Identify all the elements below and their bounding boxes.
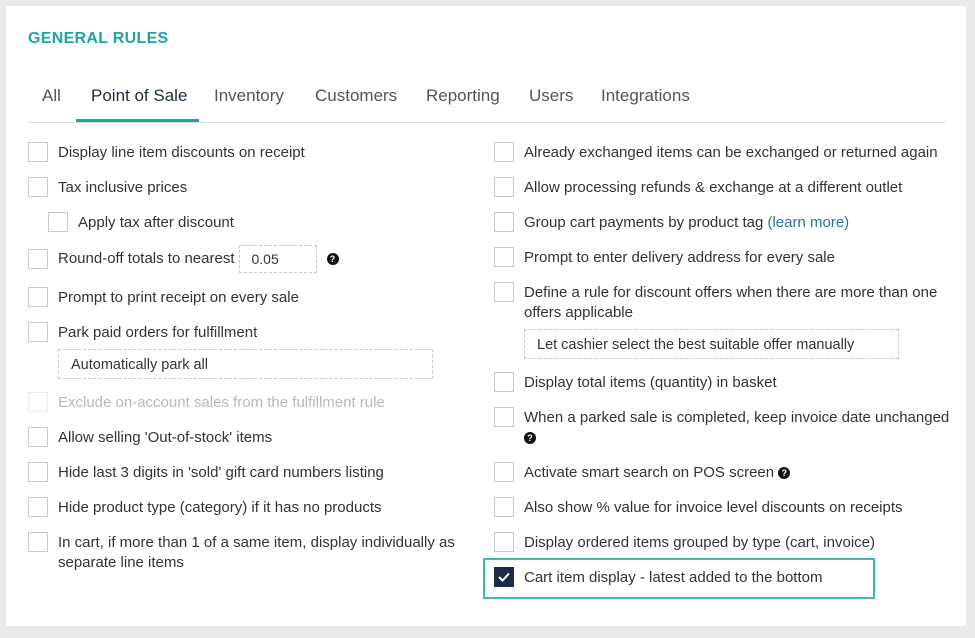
cart-item-display-checkbox[interactable] [494, 567, 514, 587]
exclude-on-account-checkbox [28, 392, 48, 412]
offer-option-select[interactable]: Let cashier select the best suitable off… [524, 329, 899, 359]
tab-reporting[interactable]: Reporting [426, 86, 500, 120]
cart-item-display-label: Cart item display - latest added to the … [524, 569, 823, 586]
define-discount-label: Define a rule for discount offers when t… [524, 283, 937, 323]
active-tab-indicator [76, 119, 199, 122]
tab-bar: All Point of Sale Inventory Customers Re… [28, 84, 946, 123]
display-total-label: Display total items (quantity) in basket [524, 374, 777, 391]
parked-sale-text: When a parked sale is completed, keep in… [524, 409, 950, 426]
tax-inclusive-checkbox[interactable] [28, 177, 48, 197]
hide-digits-checkbox[interactable] [28, 462, 48, 482]
show-percent-label: Also show % value for invoice level disc… [524, 499, 903, 516]
rule-hide-digits: Hide last 3 digits in 'sold' gift card n… [28, 462, 384, 483]
rule-tax-inclusive: Tax inclusive prices [28, 177, 188, 198]
display-total-checkbox[interactable] [494, 372, 514, 392]
rule-define-discount: Define a rule for discount offers when t… [494, 282, 937, 323]
in-cart-individual-label: In cart, if more than 1 of a same item, … [58, 533, 455, 573]
rule-show-percent: Also show % value for invoice level disc… [494, 497, 903, 518]
park-paid-label: Park paid orders for fulfillment [58, 324, 258, 341]
prompt-print-label: Prompt to print receipt on every sale [58, 289, 299, 306]
exclude-on-account-label: Exclude on-account sales from the fulfil… [58, 394, 385, 411]
rule-round-off: Round-off totals to nearest ? [28, 245, 339, 273]
in-cart-individual-checkbox[interactable] [28, 532, 48, 552]
display-ordered-checkbox[interactable] [494, 532, 514, 552]
smart-search-text: Activate smart search on POS screen [524, 464, 775, 481]
park-option-select[interactable]: Automatically park all [58, 349, 433, 379]
apply-tax-after-checkbox[interactable] [48, 212, 68, 232]
rule-in-cart-individual: In cart, if more than 1 of a same item, … [28, 532, 455, 573]
tab-users[interactable]: Users [529, 86, 573, 120]
rule-exclude-on-account: Exclude on-account sales from the fulfil… [28, 392, 385, 413]
smart-search-checkbox[interactable] [494, 462, 514, 482]
tab-point-of-sale[interactable]: Point of Sale [91, 86, 187, 120]
learn-more-link[interactable]: (learn more) [767, 214, 849, 231]
rule-prompt-delivery: Prompt to enter delivery address for eve… [494, 247, 835, 268]
group-cart-text: Group cart payments by product tag [524, 214, 764, 231]
round-off-input[interactable] [238, 245, 317, 273]
group-cart-checkbox[interactable] [494, 212, 514, 232]
help-icon[interactable]: ? [524, 432, 536, 445]
hide-product-type-label: Hide product type (category) if it has n… [58, 499, 382, 516]
tab-integrations[interactable]: Integrations [601, 86, 690, 120]
in-cart-line-1: In cart, if more than 1 of a same item, … [58, 534, 455, 551]
define-discount-line-1: Define a rule for discount offers when t… [524, 284, 938, 301]
rule-display-ordered: Display ordered items grouped by type (c… [494, 532, 875, 553]
tab-customers[interactable]: Customers [315, 86, 397, 120]
rule-already-exchanged: Already exchanged items can be exchanged… [494, 142, 938, 163]
hide-product-type-checkbox[interactable] [28, 497, 48, 517]
in-cart-line-2: separate line items [58, 554, 184, 571]
allow-refunds-checkbox[interactable] [494, 177, 514, 197]
define-discount-line-2: offers applicable [524, 304, 633, 321]
show-percent-checkbox[interactable] [494, 497, 514, 517]
rule-prompt-print: Prompt to print receipt on every sale [28, 287, 299, 308]
round-off-label: Round-off totals to nearest [58, 250, 235, 267]
prompt-print-checkbox[interactable] [28, 287, 48, 307]
parked-sale-label: When a parked sale is completed, keep in… [524, 408, 949, 448]
rule-apply-tax-after: Apply tax after discount [48, 212, 234, 233]
help-icon[interactable]: ? [326, 253, 339, 265]
already-exchanged-label: Already exchanged items can be exchanged… [524, 144, 938, 161]
rule-parked-sale: When a parked sale is completed, keep in… [494, 407, 949, 448]
checkmark-icon [498, 572, 510, 582]
rule-display-total: Display total items (quantity) in basket [494, 372, 777, 393]
tab-all[interactable]: All [42, 86, 61, 120]
rule-cart-item-display: Cart item display - latest added to the … [494, 567, 823, 588]
apply-tax-after-label: Apply tax after discount [78, 214, 234, 231]
allow-out-of-stock-label: Allow selling 'Out-of-stock' items [58, 429, 273, 446]
rule-hide-product-type: Hide product type (category) if it has n… [28, 497, 382, 518]
rule-smart-search: Activate smart search on POS screen ? [494, 462, 791, 483]
rule-display-discounts: Display line item discounts on receipt [28, 142, 305, 163]
general-rules-panel: GENERAL RULES All Point of Sale Inventor… [6, 6, 966, 626]
round-off-checkbox[interactable] [28, 249, 48, 269]
tab-inventory[interactable]: Inventory [214, 86, 284, 120]
prompt-delivery-label: Prompt to enter delivery address for eve… [524, 249, 835, 266]
rule-park-paid: Park paid orders for fulfillment [28, 322, 258, 343]
section-title: GENERAL RULES [28, 30, 169, 47]
display-discounts-checkbox[interactable] [28, 142, 48, 162]
allow-refunds-label: Allow processing refunds & exchange at a… [524, 179, 903, 196]
display-discounts-label: Display line item discounts on receipt [58, 144, 305, 161]
parked-sale-checkbox[interactable] [494, 407, 514, 427]
display-ordered-label: Display ordered items grouped by type (c… [524, 534, 875, 551]
group-cart-label: Group cart payments by product tag (lear… [524, 213, 849, 233]
rule-group-cart: Group cart payments by product tag (lear… [494, 212, 849, 233]
prompt-delivery-checkbox[interactable] [494, 247, 514, 267]
hide-digits-label: Hide last 3 digits in 'sold' gift card n… [58, 464, 384, 481]
help-icon[interactable]: ? [778, 467, 791, 480]
rule-allow-out-of-stock: Allow selling 'Out-of-stock' items [28, 427, 273, 448]
tax-inclusive-label: Tax inclusive prices [58, 179, 188, 196]
allow-out-of-stock-checkbox[interactable] [28, 427, 48, 447]
already-exchanged-checkbox[interactable] [494, 142, 514, 162]
rule-allow-refunds: Allow processing refunds & exchange at a… [494, 177, 903, 198]
smart-search-label: Activate smart search on POS screen ? [524, 463, 791, 483]
park-paid-checkbox[interactable] [28, 322, 48, 342]
define-discount-checkbox[interactable] [494, 282, 514, 302]
